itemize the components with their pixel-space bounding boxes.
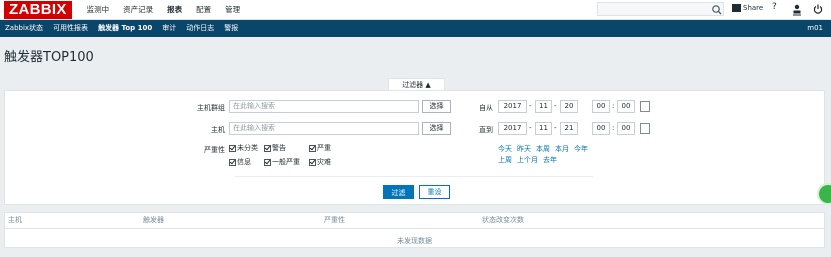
page-title: 触发器TOP100 [4, 50, 94, 65]
share-link[interactable]: Share [732, 4, 763, 12]
from-month-input[interactable]: 11 [535, 100, 552, 113]
filter-divider [235, 176, 593, 177]
severity-option-label: 信息 [237, 158, 251, 166]
quick-last-week-link[interactable]: 上周 [498, 155, 512, 165]
filter-reset-button[interactable]: 重设 [419, 185, 450, 199]
date-separator: - [529, 124, 532, 132]
share-label: Share [743, 4, 764, 12]
menu-reports[interactable]: 报表 [160, 0, 189, 20]
menu-monitoring[interactable]: 监测中 [80, 0, 117, 20]
date-separator: - [554, 102, 557, 110]
checkbox-checked-icon [309, 158, 316, 166]
date-separator: - [529, 102, 532, 110]
till-label: 直到 [479, 126, 493, 134]
severity-option-label: 未分类 [237, 144, 258, 152]
from-label: 自从 [479, 104, 493, 112]
till-month-input[interactable]: 11 [535, 122, 552, 135]
time-separator: : [612, 102, 615, 110]
host-input[interactable]: 在此输入搜索 [229, 122, 419, 135]
from-year-input[interactable]: 2017 [498, 100, 527, 113]
severity-warning-checkbox[interactable]: 警告 [264, 143, 286, 153]
hostgroup-input[interactable]: 在此输入搜索 [229, 100, 419, 113]
subnav-zabbix-status[interactable]: Zabbix状态 [0, 20, 48, 37]
subnav-notifications[interactable]: 警报 [219, 20, 243, 37]
filter-apply-button[interactable]: 过滤 [383, 185, 414, 199]
severity-option-label: 一般严重 [272, 158, 300, 166]
menu-administration[interactable]: 管理 [218, 0, 247, 20]
severity-information-checkbox[interactable]: 信息 [229, 157, 251, 167]
quick-this-month-link[interactable]: 本月 [555, 144, 569, 154]
page-header: 触发器TOP100 [0, 37, 831, 74]
quick-yesterday-link[interactable]: 昨天 [517, 144, 531, 154]
severity-option-label: 灾难 [317, 158, 331, 166]
filter-panel: 主机群组 在此输入搜索 选择 主机 在此输入搜索 选择 严重性 未分类 警告 严… [4, 90, 825, 205]
from-minute-input[interactable]: 00 [617, 100, 635, 113]
sign-out-icon[interactable] [813, 3, 823, 15]
share-icon [732, 4, 741, 12]
till-calendar-icon[interactable] [640, 123, 650, 134]
severity-not-classified-checkbox[interactable]: 未分类 [229, 143, 258, 153]
quick-today-link[interactable]: 今天 [498, 144, 512, 154]
user-profile-icon[interactable] [792, 4, 802, 16]
severity-option-label: 严重 [317, 144, 331, 152]
subnav-availability-report[interactable]: 可用性报表 [48, 20, 93, 37]
subnav-audit[interactable]: 审计 [157, 20, 181, 37]
column-header-severity[interactable]: 严重性 [324, 215, 345, 225]
search-icon[interactable] [711, 4, 723, 16]
results-table: 主机 触发器 严重性 状态改变次数 未发现数据 [4, 212, 825, 248]
from-calendar-icon[interactable] [640, 101, 650, 112]
help-icon[interactable]: ? [772, 2, 777, 12]
severity-option-label: 警告 [272, 144, 286, 152]
subnav-triggers-top-100[interactable]: 触发器 Top 100 [93, 20, 157, 37]
from-hour-input[interactable]: 00 [592, 100, 610, 113]
till-minute-input[interactable]: 00 [617, 122, 635, 135]
subnav-action-log[interactable]: 动作日志 [181, 20, 219, 37]
severity-high-checkbox[interactable]: 严重 [309, 143, 331, 153]
hostgroup-select-button[interactable]: 选择 [422, 100, 451, 113]
column-header-host[interactable]: 主机 [8, 215, 22, 225]
till-day-input[interactable]: 21 [560, 122, 578, 135]
checkbox-checked-icon [229, 144, 236, 152]
till-hour-input[interactable]: 00 [592, 122, 610, 135]
severity-average-checkbox[interactable]: 一般严重 [264, 157, 300, 167]
zabbix-logo[interactable]: ZABBIX [4, 0, 72, 19]
menu-inventory[interactable]: 资产记录 [116, 0, 160, 20]
checkbox-checked-icon [264, 144, 271, 152]
table-header-divider [5, 228, 824, 229]
column-header-status-changes[interactable]: 状态改变次数 [482, 215, 524, 225]
column-header-trigger[interactable]: 触发器 [143, 215, 164, 225]
no-data-message: 未发现数据 [397, 237, 432, 245]
main-menu: 监测中 资产记录 报表 配置 管理 [80, 0, 248, 20]
quick-this-year-link[interactable]: 今年 [574, 144, 588, 154]
checkbox-checked-icon [264, 158, 271, 166]
sub-navigation-bar: Zabbix状态 可用性报表 触发器 Top 100 审计 动作日志 警报 m0… [0, 20, 831, 37]
host-select-button[interactable]: 选择 [422, 122, 451, 135]
severity-disaster-checkbox[interactable]: 灾难 [309, 157, 331, 167]
quick-last-month-link[interactable]: 上个月 [517, 155, 538, 165]
menu-configuration[interactable]: 配置 [189, 0, 218, 20]
checkbox-checked-icon [229, 158, 236, 166]
severity-label: 严重性 [204, 146, 225, 154]
from-day-input[interactable]: 20 [560, 100, 578, 113]
date-separator: - [554, 124, 557, 132]
checkbox-checked-icon [309, 144, 316, 152]
server-name: m01 [807, 24, 823, 32]
global-search-input[interactable] [597, 2, 724, 16]
quick-last-year-link[interactable]: 去年 [543, 155, 557, 165]
host-label: 主机 [211, 126, 225, 134]
hostgroup-label: 主机群组 [197, 104, 225, 112]
top-navigation-bar: ZABBIX 监测中 资产记录 报表 配置 管理 Share ? [0, 0, 831, 20]
till-year-input[interactable]: 2017 [498, 122, 527, 135]
time-separator: : [612, 124, 615, 132]
quick-this-week-link[interactable]: 本周 [536, 144, 550, 154]
